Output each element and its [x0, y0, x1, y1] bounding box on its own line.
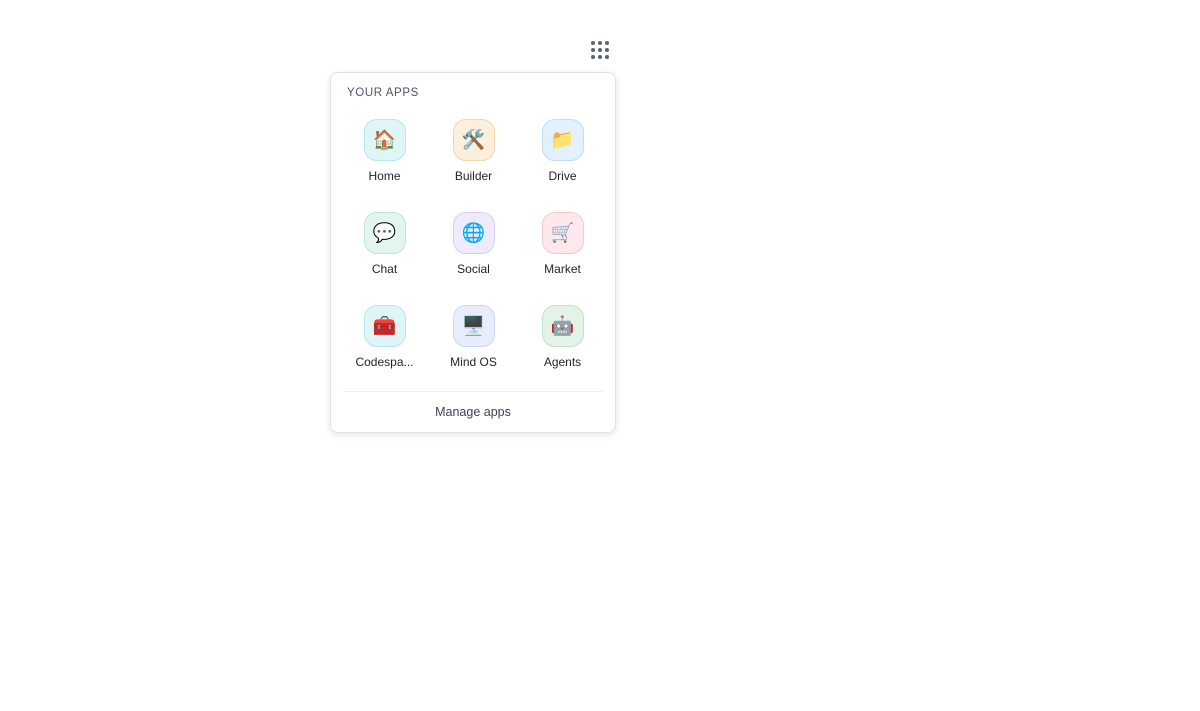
app-label: Drive: [548, 169, 577, 183]
app-label: Chat: [371, 262, 398, 276]
grid-dot: [605, 55, 609, 59]
app-label: Home: [368, 169, 401, 183]
folder-icon: 📁: [541, 119, 584, 161]
app-tile-agents[interactable]: 🤖 Agents: [518, 299, 607, 392]
builder-tools-icon: 🛠️: [452, 119, 495, 161]
grid-dot: [598, 48, 602, 52]
robot-icon: 🤖: [541, 305, 584, 347]
app-label: Market: [544, 262, 581, 276]
grid-dot: [598, 55, 602, 59]
chat-bubble-icon: 💬: [363, 212, 406, 254]
toolbox-icon: 🧰: [363, 305, 406, 347]
app-tile-builder[interactable]: 🛠️ Builder: [429, 113, 518, 206]
app-tile-chat[interactable]: 💬 Chat: [340, 206, 429, 299]
page: YOUR APPS 🏠 Home 🛠️ Builder 📁 Drive 💬 Chat 🌐 Soci…: [0, 0, 1200, 711]
desktop-computer-icon: 🖥️: [452, 305, 495, 347]
app-label: Agents: [543, 355, 582, 369]
app-launcher-button[interactable]: [586, 36, 614, 64]
grid-dot: [591, 48, 595, 52]
grid-dot: [605, 48, 609, 52]
panel-title: YOUR APPS: [347, 87, 419, 99]
app-tile-home[interactable]: 🏠 Home: [340, 113, 429, 206]
home-icon: 🏠: [363, 119, 406, 161]
grid-dot: [591, 55, 595, 59]
apps-panel: YOUR APPS 🏠 Home 🛠️ Builder 📁 Drive 💬 Chat 🌐 Soci…: [330, 72, 616, 433]
manage-apps-button[interactable]: Manage apps: [331, 393, 615, 431]
app-label: Mind OS: [450, 355, 497, 369]
grid-dot: [605, 41, 609, 45]
app-label: Social: [457, 262, 490, 276]
app-tile-social[interactable]: 🌐 Social: [429, 206, 518, 299]
app-tile-market[interactable]: 🛒 Market: [518, 206, 607, 299]
divider: [343, 391, 603, 392]
app-tile-codespa[interactable]: 🧰 Codespa...: [340, 299, 429, 392]
shopping-cart-icon: 🛒: [541, 212, 584, 254]
app-tile-mind-os[interactable]: 🖥️ Mind OS: [429, 299, 518, 392]
app-tile-drive[interactable]: 📁 Drive: [518, 113, 607, 206]
globe-icon: 🌐: [452, 212, 495, 254]
grid-dot: [598, 41, 602, 45]
app-label: Codespa...: [355, 355, 414, 369]
app-label: Builder: [454, 169, 493, 183]
grid-dot: [591, 41, 595, 45]
apps-grid: 🏠 Home 🛠️ Builder 📁 Drive 💬 Chat 🌐 Social 🛒 Market 🧰…: [340, 113, 608, 392]
